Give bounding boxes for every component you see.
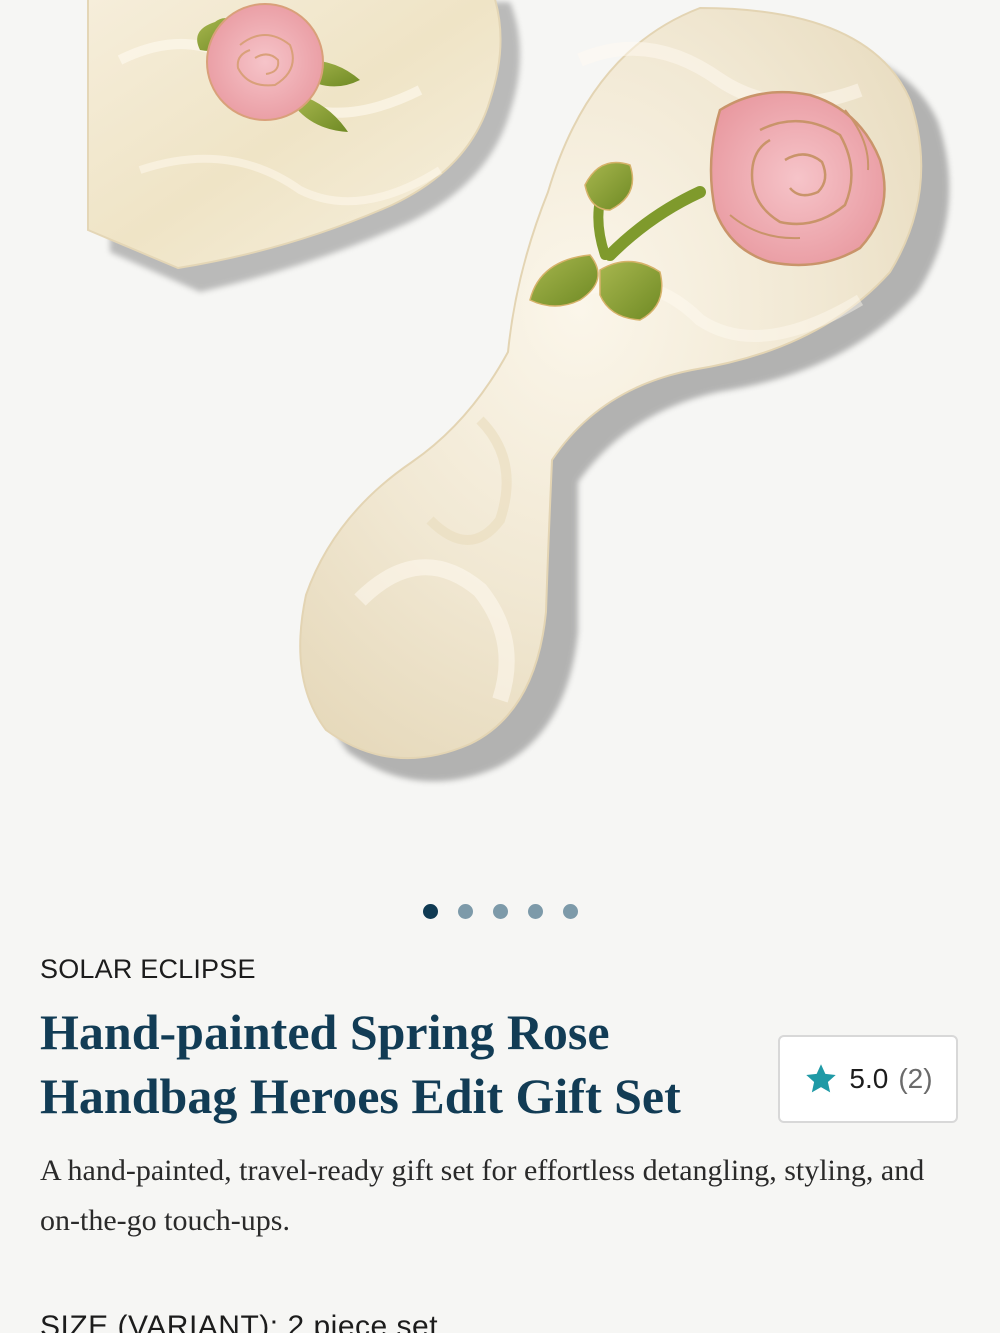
size-label: SIZE (VARIANT): [40,1310,279,1333]
product-photo [87,0,950,782]
carousel-dot-5[interactable] [562,904,578,919]
product-image[interactable] [0,0,1000,880]
product-page: SOLAR ECLIPSE Hand-painted Spring Rose H… [0,0,1000,1333]
size-value: 2 piece set [287,1310,439,1333]
carousel-dot-3[interactable] [492,904,508,919]
carousel-dot-4[interactable] [527,904,543,919]
product-description: A hand-painted, travel-ready gift set fo… [40,1154,925,1237]
carousel-dots [0,904,1000,919]
rating-badge[interactable]: 5.0 (2) [778,1035,958,1123]
review-count: (2) [898,1063,933,1094]
rating-score: 5.0 [849,1063,889,1094]
star-icon [806,1064,837,1093]
brand-name[interactable]: SOLAR ECLIPSE [40,954,256,985]
size-variant: SIZE (VARIANT): 2 piece set [40,1310,438,1333]
carousel-dot-1[interactable] [422,904,438,919]
carousel-dot-2[interactable] [457,904,473,919]
product-title: Hand-painted Spring Rose Handbag Heroes … [40,1004,681,1124]
